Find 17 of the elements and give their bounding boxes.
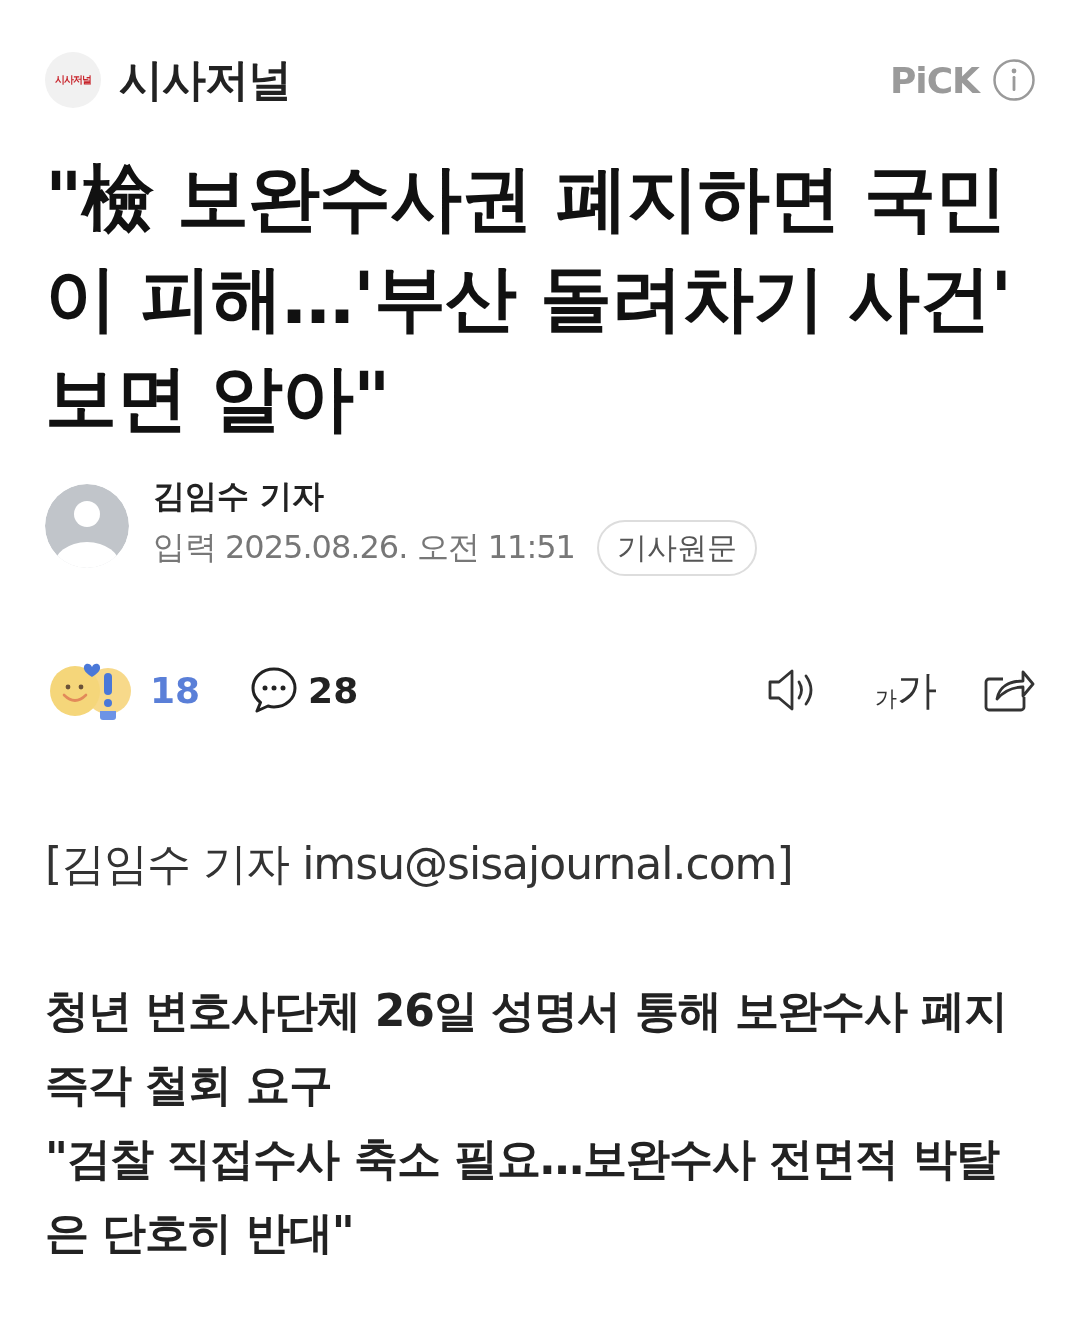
- publish-date: 2025.08.26. 오전 11:51: [225, 527, 575, 568]
- date-label: 입력: [153, 527, 217, 568]
- pick-label: PiCK: [889, 59, 979, 101]
- comment-icon[interactable]: [250, 666, 299, 714]
- article-subtitle: "검찰 직접수사 축소 필요…보완수사 전면적 박탈은 단호히 반대": [45, 1132, 1001, 1260]
- reaction-count[interactable]: 18: [150, 669, 201, 711]
- article-headline: "檢 보완수사권 폐지하면 국민이 피해…'부산 돌려차기 사건' 보면 알아": [45, 155, 1013, 442]
- reporter-credit: [김임수 기자 imsu@sisajournal.com]: [45, 837, 794, 891]
- info-icon[interactable]: [993, 59, 1035, 101]
- reporter-name: 김임수 기자: [153, 476, 325, 516]
- press-logo[interactable]: 시사저널: [45, 52, 101, 108]
- article-subtitle: 청년 변호사단체 26일 성명서 통해 보완수사 폐지 즉각 철회 요구: [45, 984, 1009, 1112]
- comment-count[interactable]: 28: [308, 669, 359, 711]
- original-article-button[interactable]: 기사원문: [596, 520, 757, 576]
- avatar-icon: [45, 484, 129, 568]
- font-size-button[interactable]: 가가: [875, 670, 937, 710]
- press-name[interactable]: 시사저널: [119, 50, 291, 110]
